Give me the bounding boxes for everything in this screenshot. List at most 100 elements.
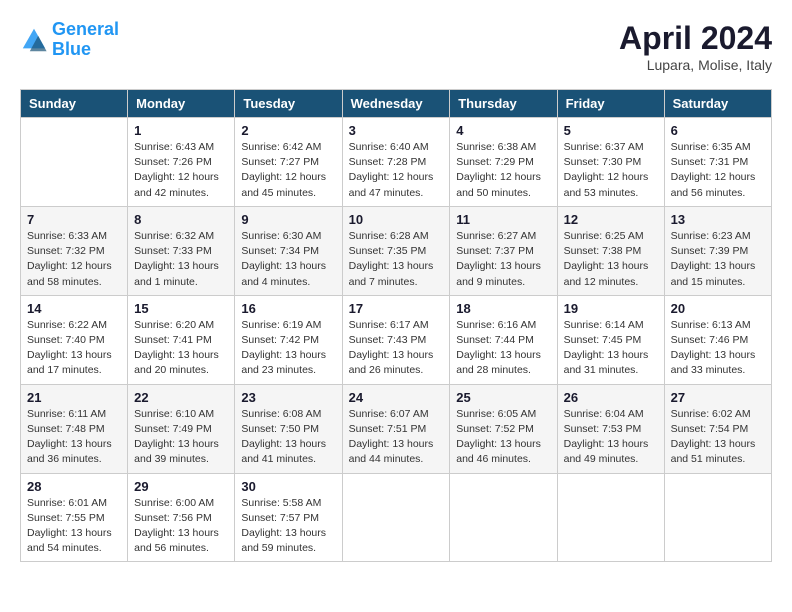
month-title: April 2024	[619, 20, 772, 57]
calendar-cell: 8 Sunrise: 6:32 AM Sunset: 7:33 PM Daylig…	[128, 206, 235, 295]
day-info: Sunrise: 6:20 AM Sunset: 7:41 PM Dayligh…	[134, 318, 228, 379]
day-info: Sunrise: 6:16 AM Sunset: 7:44 PM Dayligh…	[456, 318, 550, 379]
day-number: 12	[564, 212, 658, 227]
calendar-cell: 28 Sunrise: 6:01 AM Sunset: 7:55 PM Dayli…	[21, 473, 128, 562]
location-subtitle: Lupara, Molise, Italy	[619, 57, 772, 73]
weekday-header-sunday: Sunday	[21, 90, 128, 118]
day-number: 7	[27, 212, 121, 227]
day-info: Sunrise: 6:04 AM Sunset: 7:53 PM Dayligh…	[564, 407, 658, 468]
weekday-header-thursday: Thursday	[450, 90, 557, 118]
weekday-header-saturday: Saturday	[664, 90, 771, 118]
day-number: 29	[134, 479, 228, 494]
calendar-week-5: 28 Sunrise: 6:01 AM Sunset: 7:55 PM Dayli…	[21, 473, 772, 562]
calendar-cell: 25 Sunrise: 6:05 AM Sunset: 7:52 PM Dayli…	[450, 384, 557, 473]
calendar-cell: 18Sunrise: 6:16 AM Sunset: 7:44 PM Dayli…	[450, 295, 557, 384]
calendar-cell: 5 Sunrise: 6:37 AM Sunset: 7:30 PM Daylig…	[557, 118, 664, 207]
day-number: 22	[134, 390, 228, 405]
calendar-cell: 1 Sunrise: 6:43 AM Sunset: 7:26 PM Daylig…	[128, 118, 235, 207]
day-info: Sunrise: 6:17 AM Sunset: 7:43 PM Dayligh…	[349, 318, 444, 379]
day-number: 27	[671, 390, 765, 405]
calendar-cell	[450, 473, 557, 562]
day-info: Sunrise: 6:43 AM Sunset: 7:26 PM Dayligh…	[134, 140, 228, 201]
day-info: Sunrise: 6:28 AM Sunset: 7:35 PM Dayligh…	[349, 229, 444, 290]
calendar-cell: 23 Sunrise: 6:08 AM Sunset: 7:50 PM Dayli…	[235, 384, 342, 473]
day-number: 5	[564, 123, 658, 138]
weekday-header-tuesday: Tuesday	[235, 90, 342, 118]
day-number: 25	[456, 390, 550, 405]
logo-line2: Blue	[52, 39, 91, 59]
calendar-cell: 14 Sunrise: 6:22 AM Sunset: 7:40 PM Dayli…	[21, 295, 128, 384]
day-number: 24	[349, 390, 444, 405]
logo-text: General Blue	[52, 20, 119, 60]
calendar-cell: 11Sunrise: 6:27 AM Sunset: 7:37 PM Dayli…	[450, 206, 557, 295]
day-number: 3	[349, 123, 444, 138]
day-info: Sunrise: 6:42 AM Sunset: 7:27 PM Dayligh…	[241, 140, 335, 201]
day-number: 2	[241, 123, 335, 138]
day-number: 11	[456, 212, 550, 227]
day-number: 26	[564, 390, 658, 405]
day-number: 6	[671, 123, 765, 138]
day-info: Sunrise: 6:30 AM Sunset: 7:34 PM Dayligh…	[241, 229, 335, 290]
day-info: Sunrise: 6:10 AM Sunset: 7:49 PM Dayligh…	[134, 407, 228, 468]
day-number: 20	[671, 301, 765, 316]
day-number: 28	[27, 479, 121, 494]
calendar-cell	[342, 473, 450, 562]
day-number: 21	[27, 390, 121, 405]
day-number: 8	[134, 212, 228, 227]
day-info: Sunrise: 6:23 AM Sunset: 7:39 PM Dayligh…	[671, 229, 765, 290]
weekday-header-wednesday: Wednesday	[342, 90, 450, 118]
calendar-cell: 22 Sunrise: 6:10 AM Sunset: 7:49 PM Dayli…	[128, 384, 235, 473]
logo-line1: General	[52, 19, 119, 39]
day-number: 19	[564, 301, 658, 316]
day-info: Sunrise: 6:08 AM Sunset: 7:50 PM Dayligh…	[241, 407, 335, 468]
weekday-header-monday: Monday	[128, 90, 235, 118]
day-info: Sunrise: 6:33 AM Sunset: 7:32 PM Dayligh…	[27, 229, 121, 290]
day-info: Sunrise: 6:22 AM Sunset: 7:40 PM Dayligh…	[27, 318, 121, 379]
calendar-cell: 29Sunrise: 6:00 AM Sunset: 7:56 PM Dayli…	[128, 473, 235, 562]
day-number: 23	[241, 390, 335, 405]
calendar-week-3: 14 Sunrise: 6:22 AM Sunset: 7:40 PM Dayli…	[21, 295, 772, 384]
day-number: 16	[241, 301, 335, 316]
day-number: 1	[134, 123, 228, 138]
day-info: Sunrise: 5:58 AM Sunset: 7:57 PM Dayligh…	[241, 496, 335, 557]
calendar-table: SundayMondayTuesdayWednesdayThursdayFrid…	[20, 89, 772, 562]
calendar-week-1: 1 Sunrise: 6:43 AM Sunset: 7:26 PM Daylig…	[21, 118, 772, 207]
calendar-cell: 27 Sunrise: 6:02 AM Sunset: 7:54 PM Dayli…	[664, 384, 771, 473]
day-info: Sunrise: 6:35 AM Sunset: 7:31 PM Dayligh…	[671, 140, 765, 201]
day-info: Sunrise: 6:05 AM Sunset: 7:52 PM Dayligh…	[456, 407, 550, 468]
day-info: Sunrise: 6:11 AM Sunset: 7:48 PM Dayligh…	[27, 407, 121, 468]
day-info: Sunrise: 6:01 AM Sunset: 7:55 PM Dayligh…	[27, 496, 121, 557]
day-number: 10	[349, 212, 444, 227]
page-header: General Blue April 2024 Lupara, Molise, …	[20, 20, 772, 73]
calendar-week-4: 21 Sunrise: 6:11 AM Sunset: 7:48 PM Dayli…	[21, 384, 772, 473]
title-block: April 2024 Lupara, Molise, Italy	[619, 20, 772, 73]
calendar-cell: 6 Sunrise: 6:35 AM Sunset: 7:31 PM Daylig…	[664, 118, 771, 207]
calendar-cell	[664, 473, 771, 562]
day-info: Sunrise: 6:37 AM Sunset: 7:30 PM Dayligh…	[564, 140, 658, 201]
day-info: Sunrise: 6:13 AM Sunset: 7:46 PM Dayligh…	[671, 318, 765, 379]
day-number: 13	[671, 212, 765, 227]
calendar-cell: 9 Sunrise: 6:30 AM Sunset: 7:34 PM Daylig…	[235, 206, 342, 295]
calendar-cell: 16Sunrise: 6:19 AM Sunset: 7:42 PM Dayli…	[235, 295, 342, 384]
calendar-cell	[557, 473, 664, 562]
calendar-cell: 13 Sunrise: 6:23 AM Sunset: 7:39 PM Dayli…	[664, 206, 771, 295]
day-number: 15	[134, 301, 228, 316]
calendar-cell: 12Sunrise: 6:25 AM Sunset: 7:38 PM Dayli…	[557, 206, 664, 295]
calendar-cell: 15 Sunrise: 6:20 AM Sunset: 7:41 PM Dayli…	[128, 295, 235, 384]
day-info: Sunrise: 6:14 AM Sunset: 7:45 PM Dayligh…	[564, 318, 658, 379]
day-info: Sunrise: 6:38 AM Sunset: 7:29 PM Dayligh…	[456, 140, 550, 201]
day-number: 14	[27, 301, 121, 316]
calendar-cell: 26 Sunrise: 6:04 AM Sunset: 7:53 PM Dayli…	[557, 384, 664, 473]
day-number: 9	[241, 212, 335, 227]
day-info: Sunrise: 6:07 AM Sunset: 7:51 PM Dayligh…	[349, 407, 444, 468]
logo: General Blue	[20, 20, 119, 60]
calendar-cell: 20 Sunrise: 6:13 AM Sunset: 7:46 PM Dayli…	[664, 295, 771, 384]
day-info: Sunrise: 6:02 AM Sunset: 7:54 PM Dayligh…	[671, 407, 765, 468]
calendar-cell: 24 Sunrise: 6:07 AM Sunset: 7:51 PM Dayli…	[342, 384, 450, 473]
calendar-header: SundayMondayTuesdayWednesdayThursdayFrid…	[21, 90, 772, 118]
calendar-cell	[21, 118, 128, 207]
logo-icon	[20, 26, 48, 54]
calendar-cell: 4Sunrise: 6:38 AM Sunset: 7:29 PM Daylig…	[450, 118, 557, 207]
day-info: Sunrise: 6:32 AM Sunset: 7:33 PM Dayligh…	[134, 229, 228, 290]
calendar-cell: 3Sunrise: 6:40 AM Sunset: 7:28 PM Daylig…	[342, 118, 450, 207]
